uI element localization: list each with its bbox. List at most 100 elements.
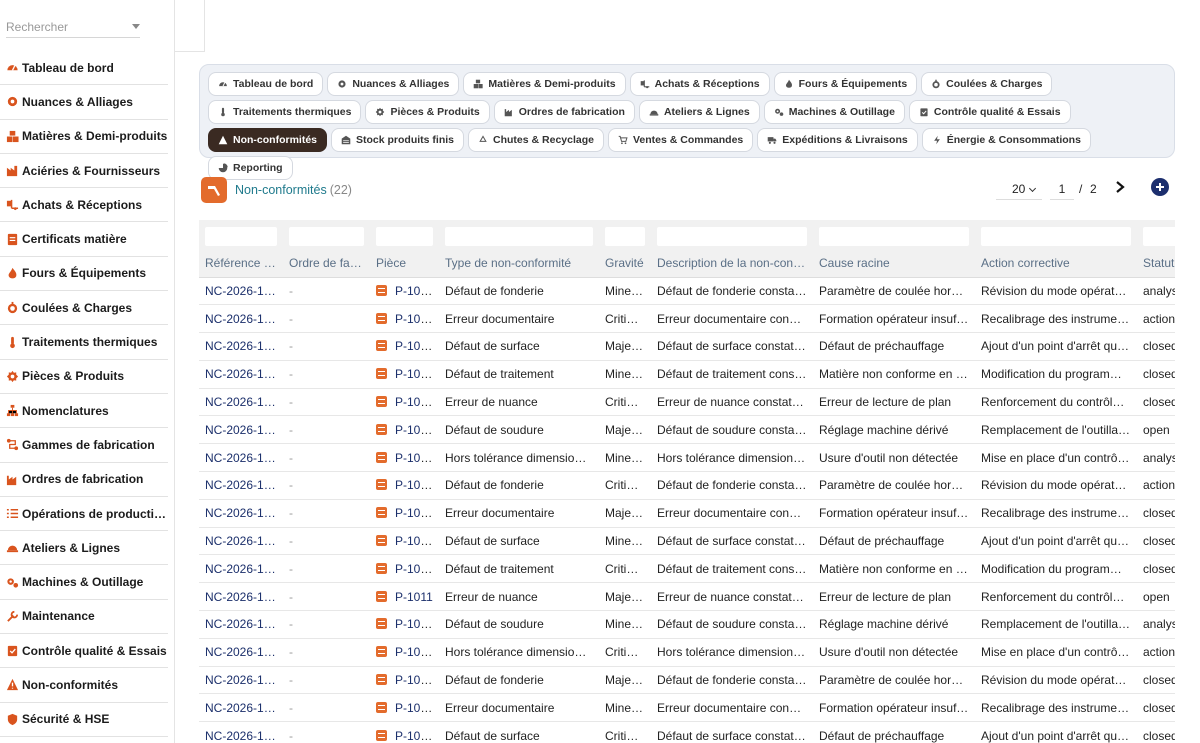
piece-link[interactable]: P-1022 (395, 284, 434, 298)
cell-ref[interactable]: NC-2026-1018 (199, 388, 283, 417)
piece-link[interactable]: P-1021 (395, 312, 434, 326)
search-select[interactable]: Rechercher (6, 16, 140, 38)
column-header-statut[interactable]: Statut (1137, 250, 1175, 278)
table-row[interactable]: NC-2026-1018- P-1018 Erreur de nuance Criti… (199, 388, 1175, 417)
cell-ref[interactable]: NC-2026-1021 (199, 304, 283, 334)
sidebar-item-pieces-produits[interactable]: Pièces & Produits (0, 360, 168, 394)
tab-energie-consommations[interactable]: Énergie & Consommations (921, 128, 1091, 152)
cell-ref[interactable]: NC-2026-1008 (199, 666, 283, 695)
cell-piece[interactable]: P-1013 (370, 527, 439, 556)
column-filter-input[interactable] (605, 227, 645, 246)
cell-piece[interactable]: P-1015 (370, 471, 439, 500)
cell-ref[interactable]: NC-2026-1011 (199, 582, 283, 612)
column-header-ordre-de-fabrication[interactable]: Ordre de fabrication (283, 250, 370, 278)
chevron-right-icon[interactable] (1113, 180, 1127, 194)
column-filter-input[interactable] (657, 227, 807, 246)
sidebar-item-gammes-de-fabrication[interactable]: Gammes de fabrication (0, 428, 168, 463)
table-row[interactable]: NC-2026-1021- P-1021 Erreur documentaire Cr… (199, 304, 1175, 334)
sidebar-item-nomenclatures[interactable]: Nomenclatures (0, 394, 168, 429)
cell-piece[interactable]: P-1022 (370, 277, 439, 306)
piece-link[interactable]: P-1013 (395, 534, 434, 548)
cell-ref[interactable]: NC-2026-1013 (199, 527, 283, 556)
piece-link[interactable]: P-1018 (395, 395, 434, 409)
piece-link[interactable]: P-1017 (395, 423, 434, 437)
sidebar-item-acieries-fournisseurs[interactable]: Aciéries & Fournisseurs (0, 154, 168, 189)
tab-ordres-de-fabrication[interactable]: Ordres de fabrication (493, 100, 635, 124)
cell-ref[interactable]: NC-2026-1019 (199, 360, 283, 389)
table-row[interactable]: NC-2026-1022- P-1022 Défaut de fonderie Min… (199, 277, 1175, 306)
cell-piece[interactable]: P-1018 (370, 388, 439, 417)
tab-achats-receptions[interactable]: Achats & Réceptions (629, 72, 770, 96)
piece-link[interactable]: P-1019 (395, 367, 434, 381)
tab-nuances-alliages[interactable]: Nuances & Alliages (327, 72, 460, 96)
table-row[interactable]: NC-2026-1017- P-1017 Défaut de soudure Maje… (199, 415, 1175, 445)
cell-piece[interactable]: P-1006 (370, 721, 439, 743)
table-row[interactable]: NC-2026-1015- P-1015 Défaut de fonderie Cri… (199, 471, 1175, 500)
table-row[interactable]: NC-2026-1006- P-1006 Défaut de surface Crit… (199, 721, 1175, 743)
cell-piece[interactable]: P-1021 (370, 304, 439, 334)
sidebar-item-ordres-de-fabrication[interactable]: Ordres de fabrication (0, 463, 168, 497)
cell-ref[interactable]: NC-2026-1009 (199, 638, 283, 667)
cell-ref[interactable]: NC-2026-1007 (199, 693, 283, 723)
piece-link[interactable]: P-1012 (395, 562, 434, 576)
table-row[interactable]: NC-2026-1011- P-1011 Erreur de nuance Majeu… (199, 582, 1175, 612)
cell-ref[interactable]: NC-2026-1022 (199, 277, 283, 306)
sidebar-item-nuances-alliages[interactable]: Nuances & Alliages (0, 85, 168, 120)
piece-link[interactable]: P-1014 (395, 506, 434, 520)
tab-machines-outillage[interactable]: Machines & Outillage (763, 100, 905, 124)
sidebar-item-controle-qualite-essais[interactable]: Contrôle qualité & Essais (0, 634, 168, 669)
table-row[interactable]: NC-2026-1007- P-1007 Erreur documentaire Mi… (199, 693, 1175, 723)
tab-chutes-recyclage[interactable]: Chutes & Recyclage (468, 128, 604, 152)
cell-piece[interactable]: P-1016 (370, 443, 439, 473)
table-row[interactable]: NC-2026-1013- P-1013 Défaut de surface Mine… (199, 527, 1175, 556)
page-size-select[interactable]: 20 (996, 178, 1042, 200)
sidebar-item-securite-hse[interactable]: Sécurité & HSE (0, 703, 168, 737)
cell-ref[interactable]: NC-2026-1015 (199, 471, 283, 500)
piece-link[interactable]: P-1008 (395, 673, 434, 687)
cell-piece[interactable]: P-1008 (370, 666, 439, 695)
column-filter-input[interactable] (376, 227, 433, 246)
column-header-type-de-non-conformite[interactable]: Type de non-conformité (439, 250, 599, 278)
sidebar-item-certificats-matiere[interactable]: Certificats matière (0, 222, 168, 257)
cell-ref[interactable]: NC-2026-1020 (199, 332, 283, 361)
piece-link[interactable]: P-1006 (395, 729, 434, 743)
column-filter-input[interactable] (289, 227, 364, 246)
column-header-piece[interactable]: Pièce (370, 250, 439, 278)
sidebar-item-maintenance[interactable]: Maintenance (0, 600, 168, 635)
tab-tableau-de-bord[interactable]: Tableau de bord (208, 72, 324, 96)
column-filter-input[interactable] (445, 227, 593, 246)
sidebar-item-matieres-demi-produits[interactable]: Matières & Demi-produits (0, 120, 168, 154)
tab-coulees-charges[interactable]: Coulées & Charges (921, 72, 1053, 96)
table-row[interactable]: NC-2026-1019- P-1019 Défaut de traitement M… (199, 360, 1175, 389)
tab-stock-produits-finis[interactable]: Stock produits finis (331, 128, 465, 152)
tab-controle-qualite-essais[interactable]: Contrôle qualité & Essais (908, 100, 1071, 124)
cell-ref[interactable]: NC-2026-1012 (199, 554, 283, 584)
cell-ref[interactable]: NC-2026-1010 (199, 610, 283, 639)
column-header-gravite[interactable]: Gravité (599, 250, 651, 278)
sidebar-item-non-conformites[interactable]: Non-conformités (0, 668, 168, 703)
cell-ref[interactable]: NC-2026-1016 (199, 443, 283, 473)
sidebar-item-traitements-thermiques[interactable]: Traitements thermiques (0, 325, 168, 360)
cell-piece[interactable]: P-1009 (370, 638, 439, 667)
cell-ref[interactable]: NC-2026-1014 (199, 499, 283, 528)
add-record-button[interactable] (1151, 178, 1169, 196)
cell-piece[interactable]: P-1012 (370, 554, 439, 584)
tab-ventes-commandes[interactable]: Ventes & Commandes (607, 128, 754, 152)
cell-piece[interactable]: P-1014 (370, 499, 439, 528)
piece-link[interactable]: P-1015 (395, 478, 434, 492)
sidebar-item-tableau-de-bord[interactable]: Tableau de bord (0, 51, 168, 86)
table-row[interactable]: NC-2026-1020- P-1020 Défaut de surface Maje… (199, 332, 1175, 361)
piece-link[interactable]: P-1010 (395, 617, 434, 631)
sidebar-item-achats-receptions[interactable]: Achats & Réceptions (0, 188, 168, 223)
sidebar-item-fours-equipements[interactable]: Fours & Équipements (0, 257, 168, 292)
cell-ref[interactable]: NC-2026-1017 (199, 415, 283, 445)
tab-traitements-thermiques[interactable]: Traitements thermiques (208, 100, 362, 124)
cell-piece[interactable]: P-1017 (370, 415, 439, 445)
cell-piece[interactable]: P-1011 (370, 582, 439, 612)
tab-expeditions-livraisons[interactable]: Expéditions & Livraisons (757, 128, 918, 152)
column-header-cause-racine[interactable]: Cause racine (813, 250, 975, 278)
cell-piece[interactable]: P-1007 (370, 693, 439, 723)
tab-non-conformites[interactable]: Non-conformités (208, 128, 327, 152)
column-filter-input[interactable] (981, 227, 1131, 246)
piece-link[interactable]: P-1020 (395, 339, 434, 353)
